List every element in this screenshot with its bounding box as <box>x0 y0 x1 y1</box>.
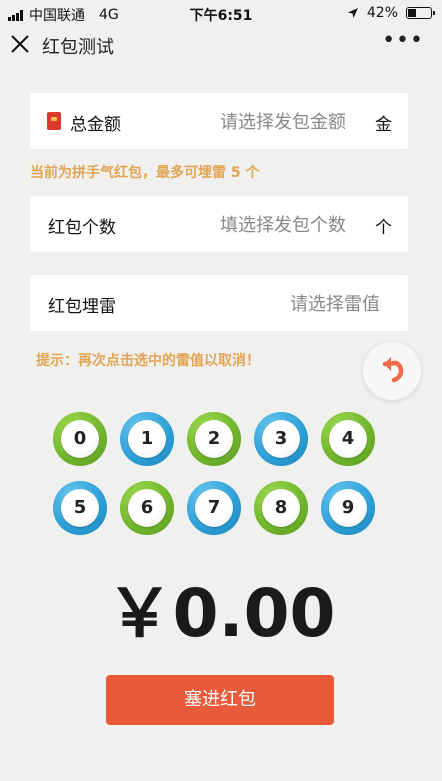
battery-percent: 42% <box>366 5 398 21</box>
mine-ball-label: 6 <box>128 489 166 527</box>
amount-hint: 当前为拼手气红包，最多可埋雷 5 个 <box>30 165 260 181</box>
status-bar: 中国联通 4G 下午6:51 42% <box>0 0 442 28</box>
amount-placeholder[interactable]: 请选择发包金额 <box>220 108 346 134</box>
mine-ball-7[interactable]: 7 <box>187 481 241 535</box>
amount-unit: 金 <box>375 115 392 135</box>
undo-button[interactable] <box>363 342 421 400</box>
page-title: 红包测试 <box>42 37 114 58</box>
mine-ball-4[interactable]: 4 <box>321 412 375 466</box>
mine-ball-label: 2 <box>195 420 233 458</box>
nav-bar: 红包测试 ••• <box>0 28 442 64</box>
amount-field[interactable]: 总金额 请选择发包金额 金 <box>30 93 408 149</box>
count-field[interactable]: 红包个数 填选择发包个数 个 <box>30 196 408 252</box>
mine-ball-5[interactable]: 5 <box>53 481 107 535</box>
count-unit: 个 <box>375 218 392 238</box>
mine-ball-3[interactable]: 3 <box>254 412 308 466</box>
mine-ball-label: 3 <box>262 420 300 458</box>
mine-ball-label: 4 <box>329 420 367 458</box>
mine-ball-6[interactable]: 6 <box>120 481 174 535</box>
battery-icon <box>406 7 435 19</box>
total-amount: ￥0.00 <box>106 575 336 652</box>
status-right: 42% <box>347 5 435 21</box>
red-packet-icon <box>47 112 61 130</box>
mine-ball-2[interactable]: 2 <box>187 412 241 466</box>
mine-ball-label: 8 <box>262 489 300 527</box>
mine-ball-0[interactable]: 0 <box>53 412 107 466</box>
more-button[interactable]: ••• <box>382 30 424 52</box>
submit-redpack-button[interactable]: 塞进红包 <box>106 675 334 725</box>
mine-field[interactable]: 红包埋雷 请选择雷值 <box>30 275 408 331</box>
mine-ball-label: 5 <box>61 489 99 527</box>
count-placeholder[interactable]: 填选择发包个数 <box>220 211 346 237</box>
mine-hint: 提示：再次点击选中的雷值以取消！ <box>36 353 260 369</box>
location-arrow-icon <box>347 8 358 18</box>
mine-placeholder[interactable]: 请选择雷值 <box>290 290 380 316</box>
mine-label: 红包埋雷 <box>48 297 116 317</box>
mine-ball-label: 1 <box>128 420 166 458</box>
mine-ball-label: 7 <box>195 489 233 527</box>
mine-ball-label: 9 <box>329 489 367 527</box>
amount-label: 总金额 <box>70 115 121 135</box>
mine-ball-8[interactable]: 8 <box>254 481 308 535</box>
battery-fill <box>408 9 417 17</box>
close-icon[interactable] <box>8 32 32 56</box>
undo-icon <box>382 357 404 383</box>
mine-ball-9[interactable]: 9 <box>321 481 375 535</box>
mine-ball-label: 0 <box>61 420 99 458</box>
mine-ball-1[interactable]: 1 <box>120 412 174 466</box>
count-label: 红包个数 <box>48 218 116 238</box>
